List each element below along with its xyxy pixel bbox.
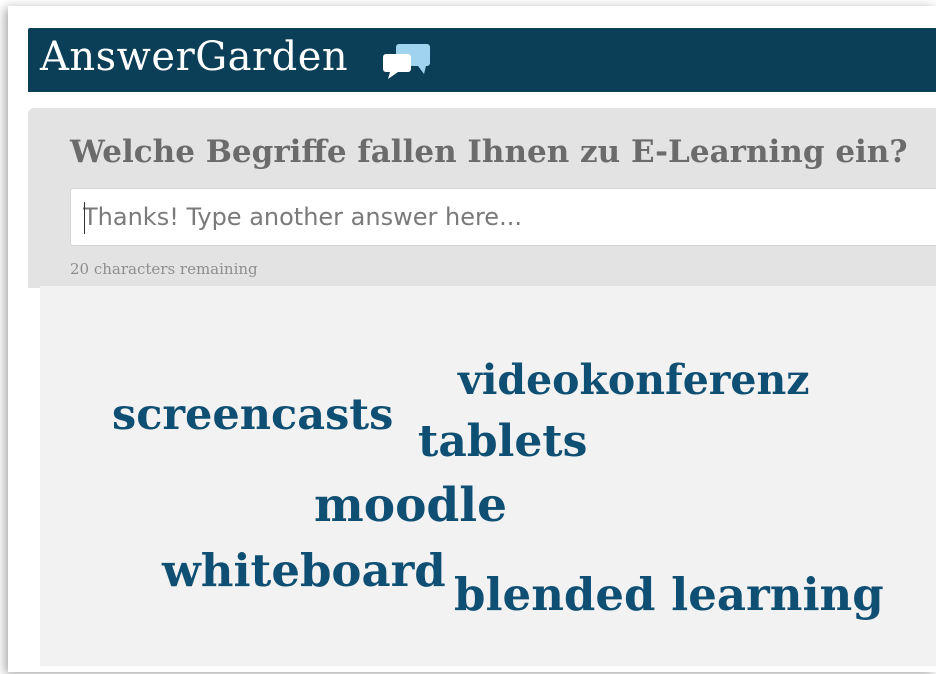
cloud-word-tablets[interactable]: tablets bbox=[418, 420, 587, 464]
screenshot-frame: AnswerGarden Welche Begriffe fallen Ihne… bbox=[8, 6, 936, 672]
text-caret bbox=[84, 202, 85, 234]
cloud-word-whiteboard[interactable]: whiteboard bbox=[162, 548, 446, 593]
question-title: Welche Begriffe fallen Ihnen zu E-Learni… bbox=[70, 134, 908, 170]
characters-remaining-label: 20 characters remaining bbox=[70, 260, 258, 278]
cloud-word-videokonferenz[interactable]: videokonferenz bbox=[458, 360, 810, 401]
speech-bubbles-icon bbox=[383, 44, 430, 79]
question-panel: Welche Begriffe fallen Ihnen zu E-Learni… bbox=[28, 108, 936, 288]
brand-logo-text[interactable]: AnswerGarden bbox=[40, 34, 348, 80]
cloud-word-moodle[interactable]: moodle bbox=[314, 482, 507, 529]
word-cloud: videokonferenz screencasts tablets moodl… bbox=[40, 286, 936, 666]
app-header: AnswerGarden bbox=[28, 28, 936, 92]
cloud-word-blended-learning[interactable]: blended learning bbox=[454, 572, 884, 617]
answer-input[interactable] bbox=[70, 188, 936, 246]
cloud-word-screencasts[interactable]: screencasts bbox=[112, 394, 393, 437]
